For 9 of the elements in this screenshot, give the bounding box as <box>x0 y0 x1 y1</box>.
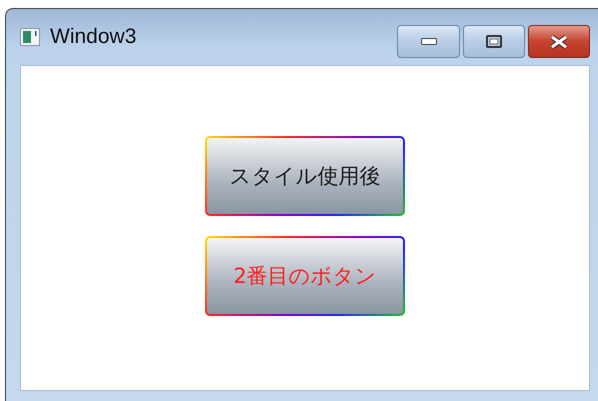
close-icon <box>549 34 569 48</box>
minimize-icon <box>420 38 436 45</box>
maximize-button[interactable] <box>463 25 525 58</box>
window-title: Window3 <box>50 25 136 49</box>
maximize-icon <box>486 35 502 48</box>
minimize-button[interactable] <box>397 25 460 58</box>
close-button[interactable] <box>528 25 590 58</box>
styled-button[interactable]: スタイル使用後 <box>205 136 405 216</box>
app-icon <box>20 28 40 46</box>
